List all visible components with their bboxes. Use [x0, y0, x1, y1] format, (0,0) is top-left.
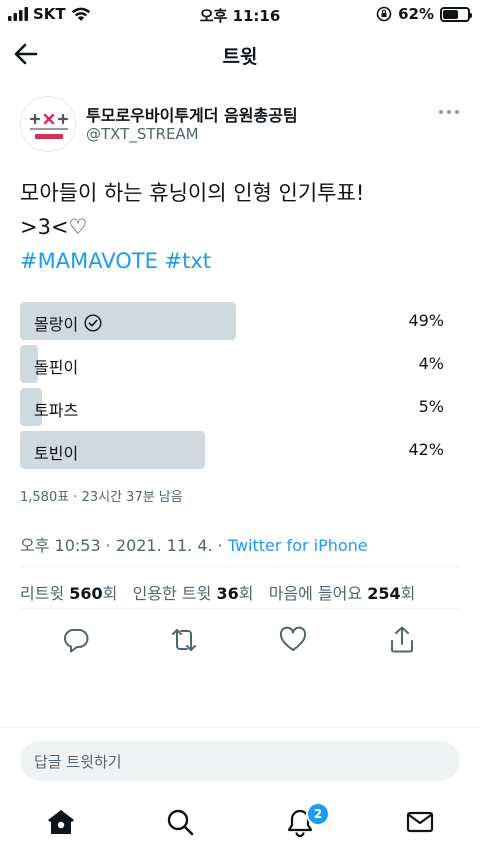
poll-option: 몰랑이 49%	[20, 302, 444, 340]
orientation-lock-icon	[376, 6, 392, 22]
source-link[interactable]: Twitter for iPhone	[228, 536, 368, 555]
battery-cap	[470, 12, 472, 18]
poll-option: 돌핀이 4%	[20, 345, 444, 383]
tweet-text: 모아들이 하는 휴닝이의 인형 인기투표! >3<♡ #MAMAVOTE #tx…	[20, 176, 460, 278]
poll-option: 토파츠 5%	[20, 388, 444, 426]
poll-option-text: 몰랑이	[34, 315, 79, 334]
poll-meta: 1,580표 · 23시간 37분 남음	[20, 490, 183, 505]
battery-percent: 62%	[398, 5, 434, 23]
poll-option-label: 토파츠	[34, 397, 78, 421]
battery-fill	[443, 9, 458, 19]
likes-unit: 회	[400, 584, 416, 603]
status-bar: SKT 오후 11:16 62%	[0, 0, 480, 28]
likes-stat[interactable]: 마음에 들어요 254회	[269, 584, 416, 603]
poll-option-percent: 5%	[418, 397, 444, 416]
poll-option-label: 몰랑이	[34, 311, 102, 335]
bottom-tab-bar	[0, 792, 480, 854]
divider	[20, 608, 460, 609]
poll-option-percent: 42%	[408, 440, 444, 459]
tweet-hashtags[interactable]: #MAMAVOTE #txt	[20, 244, 460, 278]
timestamp-text: 오후 10:53 · 2021. 11. 4. ·	[20, 536, 228, 555]
tweet-stats: 리트윗 560회 인용한 트윗 36회 마음에 들어요 254회	[20, 580, 415, 604]
poll-option-text: 돌핀이	[34, 358, 79, 377]
poll: 몰랑이 49% 돌핀이 4% 토파츠 5% 토빈이 42%	[20, 302, 444, 474]
poll-option-percent: 49%	[408, 311, 444, 330]
check-circle-icon	[84, 314, 102, 332]
poll-option-label: 토빈이	[34, 440, 78, 464]
retweets-unit: 회	[102, 584, 118, 603]
quotes-label: 인용한 트윗	[132, 584, 212, 603]
quotes-count: 36	[216, 584, 239, 603]
battery-icon	[440, 6, 472, 22]
tweet-line-2: >3<♡	[20, 215, 88, 239]
retweets-count: 560	[69, 584, 103, 603]
retweet-icon[interactable]	[166, 622, 202, 658]
author-handle[interactable]: @TXT_STREAM	[86, 125, 199, 143]
quotes-stat[interactable]: 인용한 트윗 36회	[133, 584, 254, 603]
poll-option: 토빈이 42%	[20, 431, 444, 469]
search-icon[interactable]	[164, 806, 196, 838]
home-icon[interactable]	[45, 806, 77, 838]
tweet-timestamp: 오후 10:53 · 2021. 11. 4. · Twitter for iP…	[20, 532, 368, 556]
nav-header: 트윗	[0, 28, 480, 80]
author-name[interactable]: 투모로우바이투게더 음원총공팀	[86, 102, 298, 126]
more-options-icon[interactable]	[438, 108, 460, 116]
tweet-actions	[20, 622, 460, 658]
page-title: 트윗	[222, 46, 258, 68]
poll-option-text: 토파츠	[34, 401, 79, 420]
status-right: 62%	[376, 5, 472, 23]
poll-option-percent: 4%	[418, 354, 444, 373]
reply-input[interactable]: 답글 트윗하기	[20, 741, 460, 781]
likes-count: 254	[367, 584, 401, 603]
retweets-label: 리트윗	[20, 584, 65, 603]
poll-option-label: 돌핀이	[34, 354, 78, 378]
like-heart-icon[interactable]	[275, 622, 311, 658]
tweet-author: 투모로우바이투게더 음원총공팀 @TXT_STREAM	[20, 96, 460, 156]
retweets-stat[interactable]: 리트윗 560회	[20, 584, 117, 603]
reply-divider	[0, 727, 480, 728]
avatar[interactable]	[20, 96, 76, 152]
quotes-unit: 회	[238, 584, 254, 603]
messages-mail-icon[interactable]	[404, 806, 436, 838]
notification-badge: 2	[306, 802, 330, 826]
poll-option-text: 토빈이	[34, 444, 79, 463]
likes-label: 마음에 들어요	[268, 584, 363, 603]
tweet-line-1: 모아들이 하는 휴닝이의 인형 인기투표!	[20, 181, 365, 205]
avatar-logo	[29, 113, 69, 139]
divider	[20, 566, 460, 567]
reply-icon[interactable]	[58, 622, 94, 658]
share-icon[interactable]	[384, 622, 420, 658]
